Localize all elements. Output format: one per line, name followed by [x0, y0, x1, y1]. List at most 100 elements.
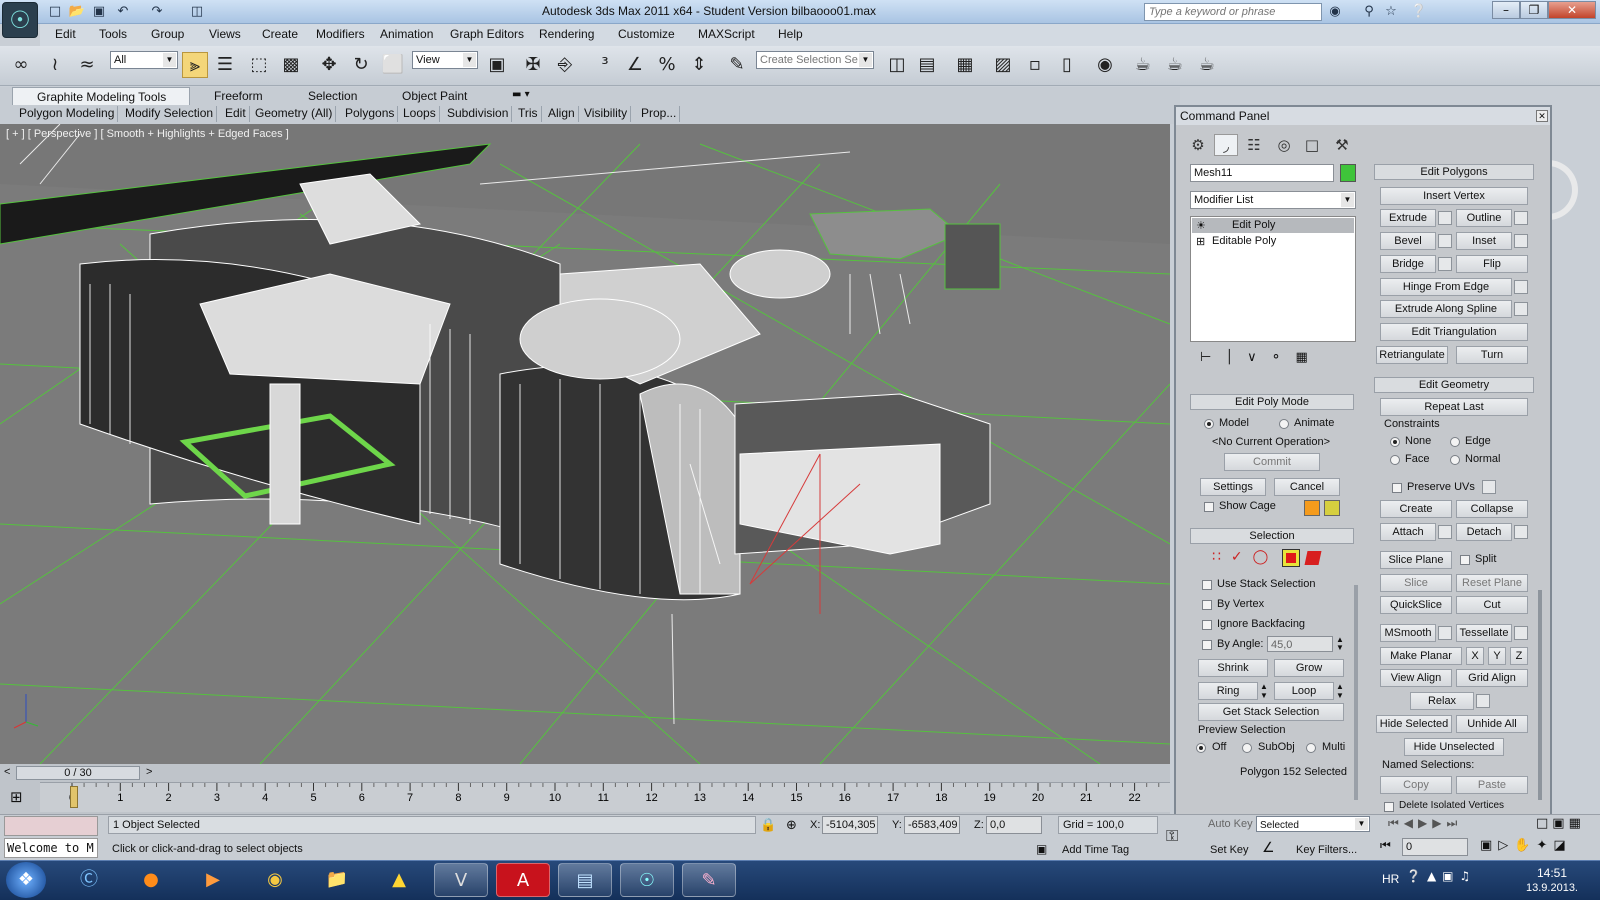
acrobat-icon[interactable]: A [496, 863, 550, 897]
tessellate-button[interactable]: Tessellate [1456, 624, 1512, 642]
menu-graph-editors[interactable]: Graph Editors [450, 27, 524, 41]
subtab-edit[interactable]: Edit [222, 106, 250, 122]
preserve-uvs-checkbox[interactable] [1392, 483, 1402, 493]
percent-snap-icon[interactable]: % [654, 52, 680, 78]
3dsmax-taskbar-icon[interactable]: ☉ [620, 863, 674, 897]
relax-settings-icon[interactable] [1476, 694, 1490, 708]
schematic-view-icon[interactable]: ▯ [1054, 52, 1080, 78]
track-bar[interactable]: 012345678910111213141516171819202122 [40, 782, 1170, 812]
tab-freeform[interactable]: Freeform [206, 87, 271, 105]
extrude-button[interactable]: Extrude [1380, 209, 1436, 227]
menu-help[interactable]: Help [778, 27, 803, 41]
go-to-start-icon[interactable]: ⏮ [1380, 838, 1391, 853]
rendered-frame-window-icon[interactable]: ☕ [1162, 52, 1188, 78]
menu-animation[interactable]: Animation [380, 27, 433, 41]
msmooth-settings-icon[interactable] [1438, 626, 1452, 640]
key-selection-dropdown[interactable]: Selected ▼ [1256, 816, 1370, 832]
language-indicator[interactable]: HR [1382, 872, 1399, 886]
undo-icon[interactable]: ↶ [114, 3, 132, 21]
binoculars-icon[interactable]: ◉ [1326, 3, 1344, 21]
subobject-level-icons[interactable]: ∷✓◯ [1212, 549, 1278, 565]
spinner-snap-icon[interactable]: ⇕ [686, 52, 712, 78]
slice-button[interactable]: Slice [1380, 574, 1452, 592]
get-stack-selection-button[interactable]: Get Stack Selection [1198, 703, 1344, 721]
constraint-normal-radio[interactable] [1450, 455, 1460, 465]
auto-key-button[interactable]: Auto Key [1208, 818, 1253, 830]
subtab-geometry-all[interactable]: Geometry (All) [252, 106, 337, 122]
settings-button[interactable]: Settings [1200, 478, 1266, 496]
unhide-all-button[interactable]: Unhide All [1456, 715, 1528, 733]
subtab-subdivision[interactable]: Subdivision [444, 106, 513, 122]
view-align-button[interactable]: View Align [1380, 669, 1452, 687]
firefox-icon[interactable]: ● [124, 863, 178, 897]
cancel-button[interactable]: Cancel [1274, 478, 1340, 496]
hinge-settings-icon[interactable] [1514, 280, 1528, 294]
selection-filter-dropdown[interactable]: All ▼ [110, 51, 178, 69]
clock-time[interactable]: 14:51 [1524, 866, 1580, 880]
grid-align-button[interactable]: Grid Align [1456, 669, 1528, 687]
constraint-face-radio[interactable] [1390, 455, 1400, 465]
turn-button[interactable]: Turn [1456, 346, 1528, 364]
absolute-mode-icon[interactable]: ⊕ [786, 818, 797, 833]
inset-button[interactable]: Inset [1456, 232, 1512, 250]
modify-panel-icon[interactable]: ◞ [1214, 134, 1238, 156]
y-coordinate-field[interactable]: -6583,409 [904, 816, 960, 834]
tab-selection[interactable]: Selection [300, 87, 365, 105]
system-tray-icons[interactable]: ❔▲▣♫ [1406, 869, 1476, 883]
menu-maxscript[interactable]: MAXScript [698, 27, 755, 41]
rollout-selection[interactable]: Selection [1190, 528, 1354, 544]
attach-list-icon[interactable] [1438, 525, 1452, 539]
make-planar-button[interactable]: Make Planar [1380, 647, 1462, 665]
viewport-label[interactable]: [ + ] [ Perspective ] [ Smooth + Highlig… [6, 128, 289, 140]
create-button[interactable]: Create [1380, 500, 1452, 518]
layer-manager-icon[interactable]: ▦ [952, 52, 978, 78]
quickslice-button[interactable]: QuickSlice [1380, 596, 1452, 614]
retriangulate-button[interactable]: Retriangulate [1376, 346, 1448, 364]
menu-tools[interactable]: Tools [99, 27, 127, 41]
by-angle-field[interactable]: 45,0 [1267, 636, 1333, 652]
hide-unselected-button[interactable]: Hide Unselected [1404, 738, 1504, 756]
bridge-settings-icon[interactable] [1438, 257, 1452, 271]
paste-button[interactable]: Paste [1456, 776, 1528, 794]
delete-isolated-vertices-checkbox[interactable] [1384, 802, 1394, 812]
select-object-icon[interactable]: ⫸ [182, 52, 208, 78]
create-panel-icon[interactable]: ⚙ [1186, 134, 1210, 156]
menu-views[interactable]: Views [209, 27, 241, 41]
outline-settings-icon[interactable] [1514, 211, 1528, 225]
archive-icon[interactable]: ▲ [372, 863, 426, 897]
bridge-button[interactable]: Bridge [1380, 255, 1436, 273]
object-color-swatch[interactable] [1340, 164, 1356, 182]
loop-button[interactable]: Loop [1274, 682, 1334, 700]
ignore-backfacing-checkbox[interactable] [1202, 620, 1212, 630]
start-button[interactable]: ❖ [6, 862, 46, 898]
track-bar-toggle-icon[interactable]: ⊞ [10, 788, 34, 808]
render-setup-icon[interactable]: ☕ [1130, 52, 1156, 78]
shrink-button[interactable]: Shrink [1198, 659, 1268, 677]
time-slider-prev[interactable]: < [4, 766, 14, 780]
collapse-button[interactable]: Collapse [1456, 500, 1528, 518]
left-scrollbar[interactable] [1354, 585, 1358, 800]
mirror-icon[interactable]: ◫ [884, 52, 910, 78]
subtab-modify-selection[interactable]: Modify Selection [122, 106, 218, 122]
right-scrollbar[interactable] [1538, 590, 1542, 800]
slice-plane-button[interactable]: Slice Plane [1380, 551, 1452, 569]
copy-button[interactable]: Copy [1380, 776, 1452, 794]
ring-spinner-icon[interactable]: ▲ ▼ [1260, 682, 1270, 700]
flip-button[interactable]: Flip [1456, 255, 1528, 273]
utilities-panel-icon[interactable]: ⚒ [1330, 134, 1354, 156]
cage-color-swatch[interactable] [1304, 500, 1320, 516]
curve-editor-icon[interactable]: ▫ [1022, 52, 1048, 78]
angle-snap-icon[interactable]: ∠ [622, 52, 648, 78]
zoom-controls-icons[interactable]: □▣▦ [1536, 816, 1585, 831]
edit-triangulation-button[interactable]: Edit Triangulation [1380, 323, 1528, 341]
save-file-icon[interactable]: ▣ [90, 3, 108, 21]
planar-x-button[interactable]: X [1466, 647, 1484, 665]
ribbon-options-icon[interactable]: ▬ ▾ [512, 89, 530, 100]
subtab-loops[interactable]: Loops [400, 106, 440, 122]
time-slider[interactable]: 0 / 30 [16, 766, 140, 780]
manipulate-icon[interactable]: ✠ [520, 52, 546, 78]
msmooth-button[interactable]: MSmooth [1380, 624, 1436, 642]
rollout-edit-geometry[interactable]: Edit Geometry [1374, 377, 1534, 393]
perspective-viewport[interactable] [0, 124, 1170, 764]
z-coordinate-field[interactable]: 0,0 [986, 816, 1042, 834]
